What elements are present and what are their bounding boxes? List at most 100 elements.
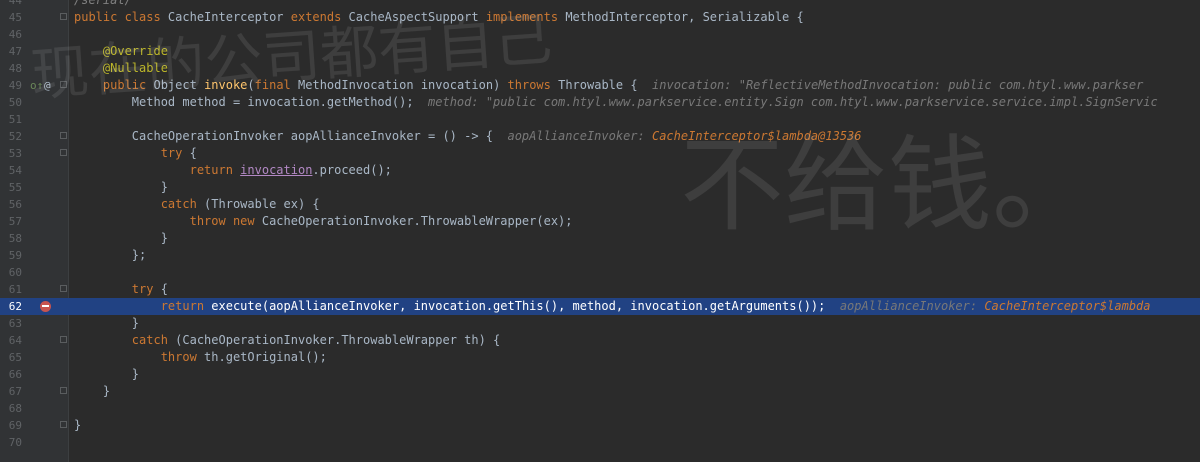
code-line[interactable]: 63 } [0,315,1200,332]
code-line[interactable]: 46 [0,26,1200,43]
line-number[interactable]: 67 [0,383,22,400]
code-text[interactable]: Method method = invocation.getMethod(); … [74,94,1158,111]
code-line[interactable]: 64 catch (CacheOperationInvoker.Throwabl… [0,332,1200,349]
line-number[interactable]: 52 [0,128,22,145]
code-text[interactable]: catch (Throwable ex) { [74,196,320,213]
line-number[interactable]: 44 [0,0,22,9]
code-text[interactable]: }; [74,247,146,264]
code-token: }; [74,248,147,262]
code-text[interactable]: @Override [74,43,168,60]
code-line[interactable]: 48 @Nullable [0,60,1200,77]
code-text[interactable]: public Object invoke(final MethodInvocat… [74,77,1143,94]
line-number[interactable]: 50 [0,94,22,111]
code-text[interactable]: public class CacheInterceptor extends Ca… [74,9,804,26]
code-line[interactable]: 47 @Override [0,43,1200,60]
code-text[interactable]: } [74,383,110,400]
line-number[interactable]: 45 [0,9,22,26]
fold-toggle-icon[interactable] [60,387,67,394]
line-number[interactable]: 46 [0,26,22,43]
code-line[interactable]: 61 try { [0,281,1200,298]
code-text[interactable]: return invocation.proceed(); [74,162,392,179]
line-number[interactable]: 58 [0,230,22,247]
code-text[interactable]: catch (CacheOperationInvoker.ThrowableWr… [74,332,500,349]
code-text[interactable]: /serial/ [74,0,132,9]
line-number[interactable]: 65 [0,349,22,366]
code-token: } [74,367,140,381]
line-number[interactable]: 61 [0,281,22,298]
line-number[interactable]: 68 [0,400,22,417]
code-token: { [160,282,168,296]
line-number[interactable]: 54 [0,162,22,179]
line-number[interactable]: 48 [0,60,22,77]
code-token: CacheAspectSupport [348,10,486,24]
code-editor[interactable]: 44/serial/45 public class CacheIntercepto… [0,0,1200,462]
code-text[interactable]: try { [74,281,168,298]
code-text[interactable]: } [74,230,168,247]
code-token: ( [247,78,255,92]
fold-toggle-icon[interactable] [60,336,67,343]
code-token: Object [153,78,205,92]
code-line[interactable]: 65 throw th.getOriginal(); [0,349,1200,366]
code-token: catch [74,197,205,211]
code-line[interactable]: 45 public class CacheInterceptor extends … [0,9,1200,26]
code-line[interactable]: 58 } [0,230,1200,247]
line-number[interactable]: 69 [0,417,22,434]
code-line[interactable]: 55 } [0,179,1200,196]
code-text[interactable]: try { [74,145,197,162]
line-number[interactable]: 49 [0,77,22,94]
fold-toggle-icon[interactable] [60,285,67,292]
code-token: CacheOperationInvoker aopAllianceInvoker… [74,129,508,143]
line-number[interactable]: 64 [0,332,22,349]
fold-toggle-icon[interactable] [60,149,67,156]
code-line[interactable]: 66 } [0,366,1200,383]
line-number[interactable]: 55 [0,179,22,196]
code-token: } [74,180,168,194]
code-text[interactable]: CacheOperationInvoker aopAllianceInvoker… [74,128,862,145]
code-token: CacheInterceptor [167,10,291,24]
line-number[interactable]: 59 [0,247,22,264]
line-number[interactable]: 56 [0,196,22,213]
fold-toggle-icon[interactable] [60,421,67,428]
code-text[interactable]: @Nullable [74,60,168,77]
fold-toggle-icon[interactable] [60,13,67,20]
override-marker-icon[interactable]: o↑ [30,77,43,94]
code-line[interactable]: 50 Method method = invocation.getMethod(… [0,94,1200,111]
line-number[interactable]: 62 [0,298,22,315]
code-line[interactable]: 60 [0,264,1200,281]
line-number[interactable]: 57 [0,213,22,230]
breakpoint-icon[interactable] [40,301,51,312]
fold-toggle-icon[interactable] [60,81,67,88]
line-number[interactable]: 60 [0,264,22,281]
code-token: { [189,146,197,160]
code-line[interactable]: 49 o↑ @ public Object invoke(final MethodI… [0,77,1200,94]
code-line[interactable]: 52 CacheOperationInvoker aopAllianceInvo… [0,128,1200,145]
code-line[interactable]: 51 [0,111,1200,128]
code-text[interactable]: return execute(aopAllianceInvoker, invoc… [74,298,1151,315]
line-number[interactable]: 47 [0,43,22,60]
line-number[interactable]: 51 [0,111,22,128]
code-text[interactable]: } [74,179,168,196]
line-number[interactable]: 70 [0,434,22,451]
code-line[interactable]: 56 catch (Throwable ex) { [0,196,1200,213]
code-line[interactable]: 54 return invocation.proceed(); [0,162,1200,179]
code-text[interactable]: } [74,315,139,332]
code-text[interactable]: } [74,417,81,434]
line-number[interactable]: 63 [0,315,22,332]
line-number[interactable]: 53 [0,145,22,162]
code-line[interactable]: 57 throw new CacheOperationInvoker.Throw… [0,213,1200,230]
fold-toggle-icon[interactable] [60,132,67,139]
code-line[interactable]: 67 } [0,383,1200,400]
annotation-marker-icon[interactable]: @ [44,77,51,94]
code-token: (CacheOperationInvoker.ThrowableWrapper … [175,333,501,347]
code-text[interactable]: } [74,366,139,383]
code-line[interactable]: 53 try { [0,145,1200,162]
code-line[interactable]: 44/serial/ [0,0,1200,9]
line-number[interactable]: 66 [0,366,22,383]
code-line[interactable]: 59 }; [0,247,1200,264]
code-line-current[interactable]: 62 return execute(aopAllianceInvoker, in… [0,298,1200,315]
code-line[interactable]: 69} [0,417,1200,434]
code-line[interactable]: 68 [0,400,1200,417]
code-line[interactable]: 70 [0,434,1200,451]
code-text[interactable]: throw new CacheOperationInvoker.Throwabl… [74,213,573,230]
code-text[interactable]: throw th.getOriginal(); [74,349,327,366]
